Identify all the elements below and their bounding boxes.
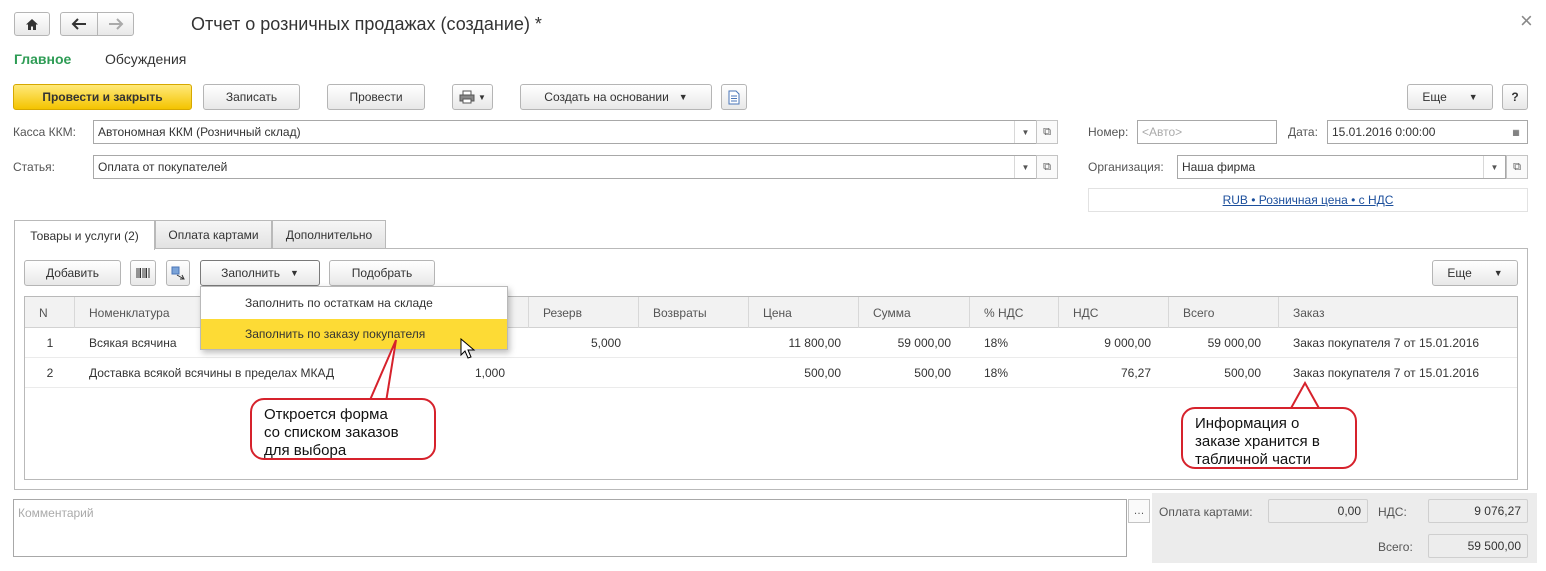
callout-line: для выбора: [264, 442, 347, 459]
callout-pointers: [369, 339, 1321, 411]
callout-line: заказе хранится в: [1195, 433, 1320, 450]
callout-line: табличной части: [1195, 451, 1311, 468]
callout-order-info: Информация о заказе хранится в табличной…: [1181, 407, 1357, 469]
callout-line: со списком заказов: [264, 424, 399, 441]
callout-fill-form: Откроется форма со списком заказов для в…: [250, 398, 436, 460]
mouse-cursor-icon: [460, 338, 476, 359]
callout-line: Откроется форма: [264, 406, 388, 423]
callout-line: Информация о: [1195, 415, 1300, 432]
